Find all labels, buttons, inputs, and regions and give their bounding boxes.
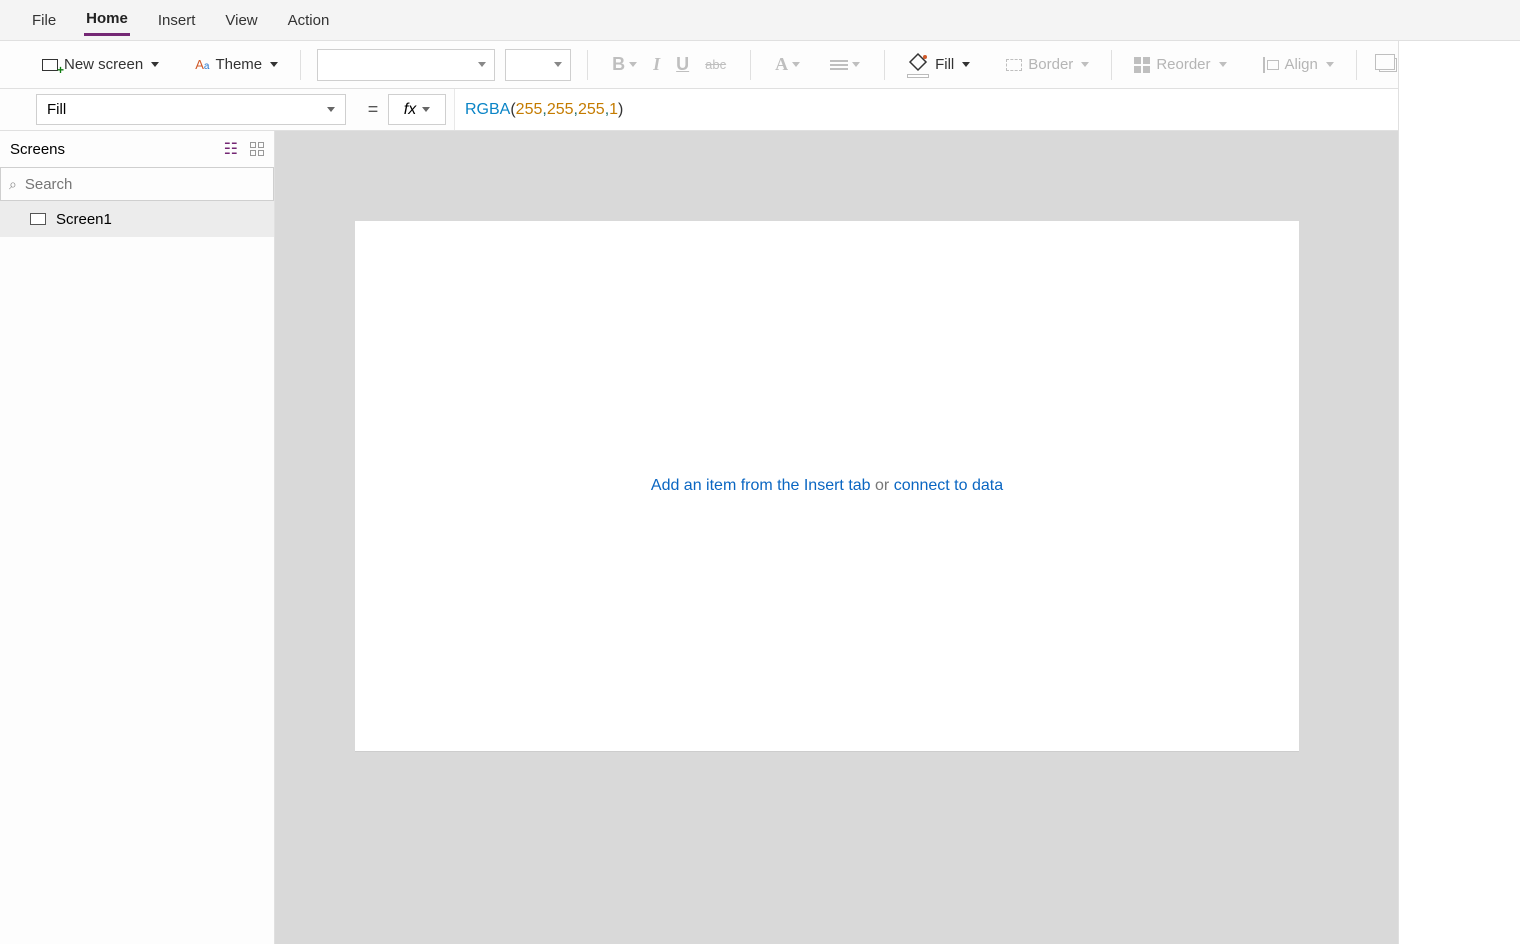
bold-button[interactable]: B (604, 54, 645, 75)
strikethrough-button[interactable]: abc (697, 57, 734, 72)
main-area: Screens ☷ ⌕ Screen1 Add an item from the… (0, 131, 1520, 944)
chevron-down-icon (478, 62, 486, 67)
reorder-label: Reorder (1156, 56, 1210, 73)
formula-input[interactable]: RGBA(255, 255, 255, 1) (454, 89, 1520, 130)
chevron-down-icon (1081, 62, 1089, 67)
fx-label: fx (404, 101, 416, 119)
chevron-down-icon (327, 107, 335, 112)
equals-label: = (358, 89, 388, 130)
tab-view[interactable]: View (223, 6, 259, 35)
reorder-icon (1134, 57, 1150, 73)
theme-icon: Aa (195, 57, 209, 73)
canvas-area: Add an item from the Insert tab or conne… (275, 131, 1520, 944)
fx-button[interactable]: fx (388, 94, 446, 125)
formula-bar: Fill = fx RGBA(255, 255, 255, 1) (0, 89, 1520, 131)
connect-data-link[interactable]: connect to data (894, 477, 1003, 494)
fill-label: Fill (935, 56, 954, 73)
tree-view-icon[interactable]: ☷ (224, 139, 238, 159)
group-icon (1379, 58, 1397, 72)
fill-button[interactable]: Fill (901, 50, 976, 80)
fill-bucket-icon (907, 54, 929, 76)
chevron-down-icon (1326, 62, 1334, 67)
insert-tab-link[interactable]: Add an item from the Insert tab (651, 477, 871, 494)
property-value: Fill (47, 101, 66, 118)
screen-plus-icon (42, 59, 58, 71)
properties-pane-collapsed[interactable] (1398, 41, 1520, 944)
font-color-button[interactable]: A (767, 54, 808, 75)
italic-button[interactable]: I (645, 54, 668, 75)
align-label: Align (1285, 56, 1318, 73)
tab-action[interactable]: Action (286, 6, 332, 35)
chevron-down-icon (270, 62, 278, 67)
chevron-down-icon (151, 62, 159, 67)
chevron-down-icon (422, 107, 430, 112)
screens-tree: Screen1 (0, 201, 274, 944)
tree-item[interactable]: Screen1 (0, 201, 274, 237)
align-lines-icon (830, 60, 848, 70)
separator (884, 50, 885, 80)
chevron-down-icon (554, 62, 562, 67)
or-text: or (871, 477, 894, 494)
theme-label: Theme (215, 56, 262, 73)
design-canvas[interactable]: Add an item from the Insert tab or conne… (355, 221, 1299, 751)
formula-fn: RGBA (465, 101, 510, 119)
search-field[interactable]: ⌕ (0, 167, 274, 201)
chevron-down-icon (1219, 62, 1227, 67)
reorder-button[interactable]: Reorder (1128, 52, 1232, 77)
search-input[interactable] (25, 176, 273, 193)
border-label: Border (1028, 56, 1073, 73)
thumbnail-view-icon[interactable] (250, 142, 264, 156)
canvas-placeholder: Add an item from the Insert tab or conne… (651, 477, 1003, 495)
search-icon: ⌕ (9, 176, 17, 193)
separator (1111, 50, 1112, 80)
screens-title: Screens (10, 141, 65, 158)
main-menubar: File Home Insert View Action (0, 0, 1520, 41)
separator (587, 50, 588, 80)
tree-item-label: Screen1 (56, 211, 112, 228)
font-size-select[interactable] (505, 49, 571, 81)
property-select[interactable]: Fill (36, 94, 346, 125)
new-screen-button[interactable]: New screen (36, 52, 165, 77)
separator (750, 50, 751, 80)
chevron-down-icon (962, 62, 970, 67)
screen-icon (30, 213, 46, 225)
theme-button[interactable]: Aa Theme (189, 52, 284, 77)
align-button[interactable]: Align (1257, 52, 1340, 77)
border-icon (1006, 59, 1022, 71)
ribbon: New screen Aa Theme B I U abc A (0, 41, 1520, 89)
tab-insert[interactable]: Insert (156, 6, 198, 35)
align-icon (1263, 57, 1279, 73)
separator (300, 50, 301, 80)
new-screen-label: New screen (64, 56, 143, 73)
text-align-button[interactable] (822, 60, 868, 70)
tab-home[interactable]: Home (84, 4, 130, 36)
font-family-select[interactable] (317, 49, 495, 81)
border-button[interactable]: Border (1000, 52, 1095, 77)
separator (1356, 50, 1357, 80)
screens-panel: Screens ☷ ⌕ Screen1 (0, 131, 275, 944)
screens-panel-header: Screens ☷ (0, 131, 274, 167)
underline-button[interactable]: U (668, 54, 697, 75)
tab-file[interactable]: File (30, 6, 58, 35)
